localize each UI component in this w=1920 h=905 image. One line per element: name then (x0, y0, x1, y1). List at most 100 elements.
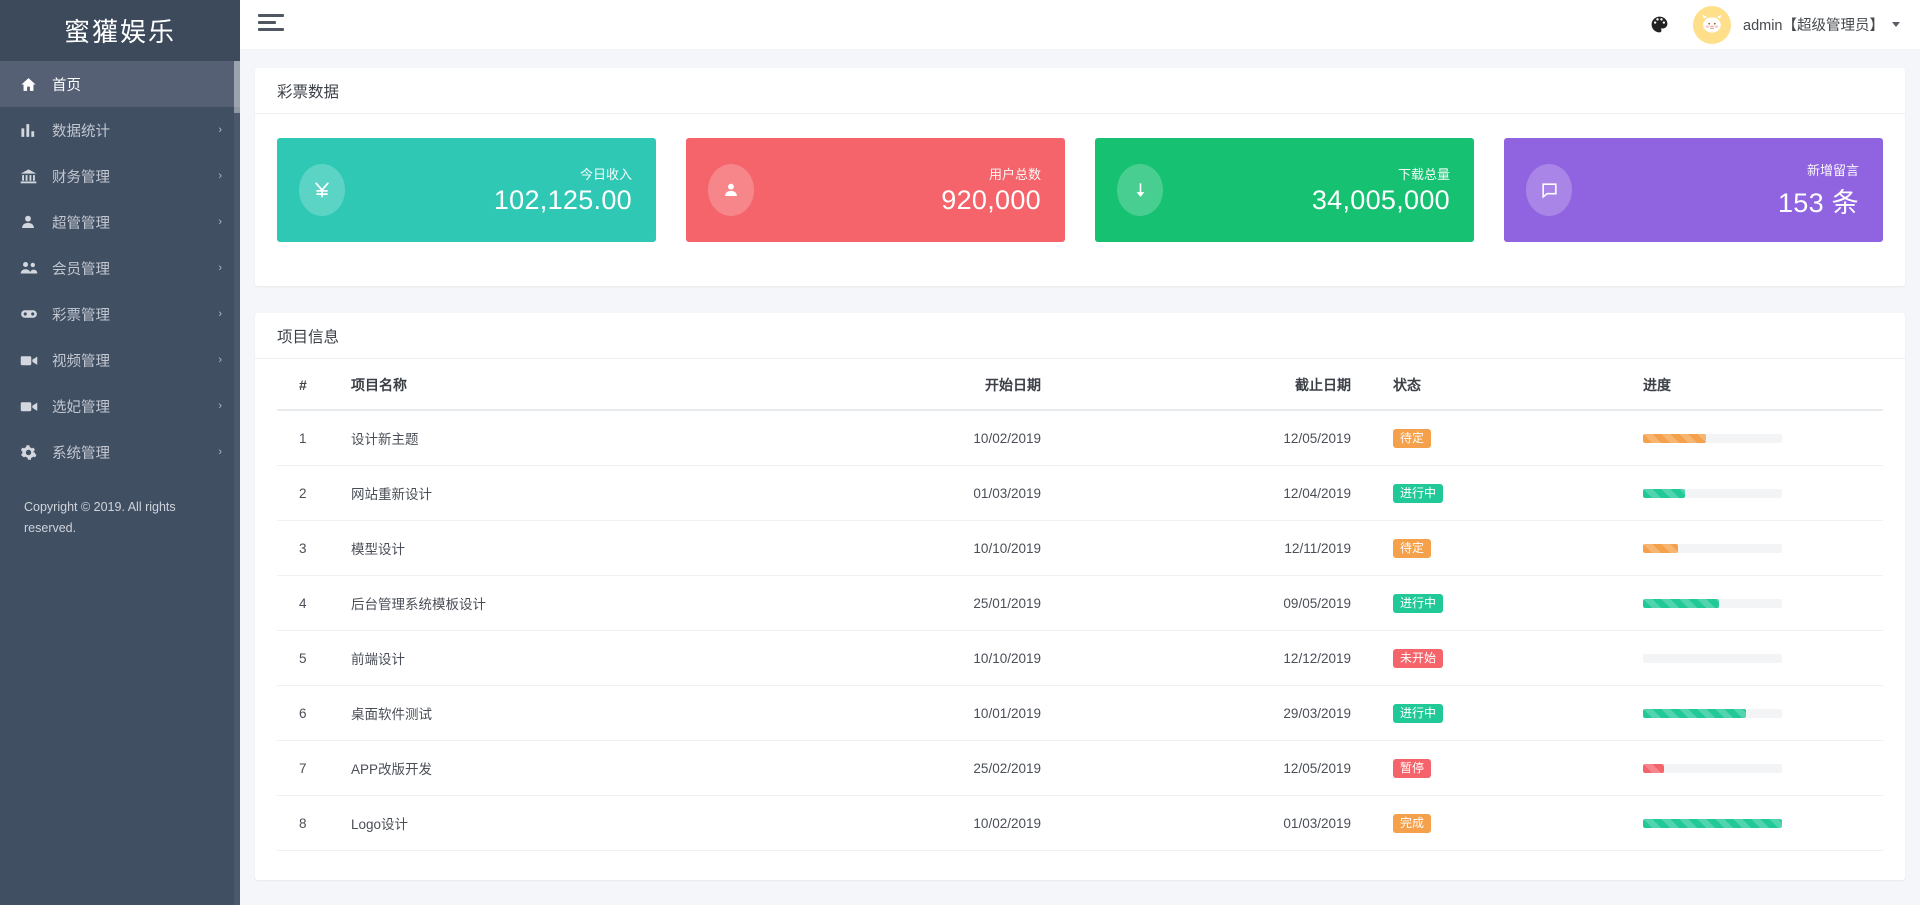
sidebar-item-7[interactable]: 视频管理 › (0, 337, 240, 383)
sidebar-item-8[interactable]: 选妃管理 › (0, 383, 240, 429)
cell-project-name: 前端设计 (351, 630, 791, 686)
panel-title: 彩票数据 (277, 83, 340, 101)
stat-label: 新增留言 (1806, 163, 1859, 178)
cell-start-date: 25/01/2019 (791, 575, 1041, 631)
video-icon (20, 352, 46, 368)
table-row[interactable]: 4 后台管理系统模板设计 25/01/2019 09/05/2019 进行中 (277, 575, 1883, 631)
brand-logo[interactable]: 蜜獾娱乐 (0, 0, 240, 61)
cell-start-date: 10/01/2019 (791, 685, 1041, 741)
gamepad-icon (20, 305, 46, 323)
sidebar-item-5[interactable]: 会员管理 › (0, 245, 240, 291)
cell-progress (1601, 410, 1883, 466)
stat-card-3[interactable]: 下载总量 34,005,000 (1095, 138, 1474, 242)
avatar[interactable] (1693, 5, 1731, 44)
table-row[interactable]: 1 设计新主题 10/02/2019 12/05/2019 待定 (277, 410, 1883, 466)
cell-end-date: 12/05/2019 (1041, 410, 1351, 466)
sidebar-item-2[interactable]: 数据统计 › (0, 107, 240, 153)
hamburger-bar (258, 21, 276, 24)
table-head: # 项目名称 开始日期 截止日期 状态 进度 (277, 359, 1883, 411)
cell-end-date: 12/04/2019 (1041, 465, 1351, 521)
col-header-6: 进度 (1601, 359, 1883, 411)
table-row[interactable]: 5 前端设计 10/10/2019 12/12/2019 未开始 (277, 630, 1883, 686)
stat-text: 用户总数 920,000 (941, 164, 1065, 216)
progress-bar-fill (1643, 818, 1782, 828)
chevron-right-icon: › (218, 261, 222, 274)
sidebar-item-1[interactable]: 首页 (0, 61, 240, 107)
stat-card-4[interactable]: 新增留言 153 条 (1504, 138, 1883, 242)
stat-text: 新增留言 153 条 (1778, 160, 1883, 220)
sidebar-item-label: 彩票管理 (52, 307, 110, 324)
cell-status: 进行中 (1351, 575, 1601, 631)
sidebar-item-6[interactable]: 彩票管理 › (0, 291, 240, 337)
main-content: 彩票数据 今日收入 102,125.00 用户总数 920,000 下载总量 34,005… (240, 50, 1920, 905)
panel-header: 项目信息 (255, 313, 1905, 359)
cell-end-date: 01/03/2019 (1041, 795, 1351, 851)
sidebar-item-9[interactable]: 系统管理 › (0, 429, 240, 475)
stat-label: 用户总数 (988, 167, 1041, 182)
progress-bar-fill (1643, 763, 1664, 773)
hamburger-icon[interactable] (258, 14, 284, 35)
chevron-right-icon: › (218, 399, 222, 412)
table-row[interactable]: 7 APP改版开发 25/02/2019 12/05/2019 暂停 (277, 740, 1883, 796)
stat-label: 下载总量 (1397, 167, 1450, 182)
sidebar-copyright: Copyright © 2019. All rights reserved. (24, 500, 176, 535)
cell-index: 8 (277, 795, 351, 851)
video-icon (20, 398, 46, 414)
sidebar-item-4[interactable]: 超管管理 › (0, 199, 240, 245)
stat-cards-row: 今日收入 102,125.00 用户总数 920,000 下载总量 34,005,000 新… (255, 114, 1905, 242)
hamburger-bar (258, 14, 284, 17)
cell-progress (1601, 575, 1883, 631)
cell-progress (1601, 795, 1883, 851)
table-row[interactable]: 6 桌面软件测试 10/01/2019 29/03/2019 进行中 (277, 685, 1883, 741)
cell-project-name: 网站重新设计 (351, 465, 791, 521)
status-badge: 进行中 (1393, 703, 1444, 723)
project-table: # 项目名称 开始日期 截止日期 状态 进度 1 设计新主题 10/02/2019 12/05/… (277, 359, 1883, 851)
table-row[interactable]: 8 Logo设计 10/02/2019 01/03/2019 完成 (277, 795, 1883, 851)
cell-project-name: APP改版开发 (351, 740, 791, 796)
progress-bar-fill (1643, 488, 1685, 498)
cell-progress (1601, 465, 1883, 521)
palette-icon[interactable] (1650, 15, 1669, 34)
brand-title: 蜜獾娱乐 (63, 17, 176, 47)
header-right-group: admin【超级管理员】 (1650, 5, 1920, 44)
stat-card-2[interactable]: 用户总数 920,000 (686, 138, 1065, 242)
progress-bar-fill (1643, 543, 1678, 553)
cell-index: 4 (277, 575, 351, 631)
chevron-right-icon: › (218, 215, 222, 228)
bank-icon (20, 168, 46, 185)
table-row[interactable]: 2 网站重新设计 01/03/2019 12/04/2019 进行中 (277, 465, 1883, 521)
chevron-down-icon[interactable] (1892, 22, 1900, 27)
progress-bar-track (1643, 543, 1782, 553)
cell-status: 未开始 (1351, 630, 1601, 686)
sidebar-item-3[interactable]: 财务管理 › (0, 153, 240, 199)
table-row[interactable]: 3 模型设计 10/10/2019 12/11/2019 待定 (277, 520, 1883, 576)
col-header-2: 项目名称 (351, 359, 791, 411)
stat-value: 34,005,000 (1311, 185, 1450, 215)
cell-end-date: 29/03/2019 (1041, 685, 1351, 741)
sidebar-item-label: 会员管理 (52, 261, 110, 278)
cell-project-name: 后台管理系统模板设计 (351, 575, 791, 631)
user-name-label: admin【超级管理员】 (1743, 18, 1884, 34)
sidebar-item-label: 系统管理 (52, 445, 110, 462)
chevron-right-icon: › (218, 353, 222, 366)
cell-end-date: 12/12/2019 (1041, 630, 1351, 686)
cell-start-date: 10/10/2019 (791, 630, 1041, 686)
cell-index: 6 (277, 685, 351, 741)
sidebar-item-label: 数据统计 (52, 123, 110, 140)
stat-text: 下载总量 34,005,000 (1312, 164, 1474, 216)
cell-project-name: Logo设计 (351, 795, 791, 851)
chevron-right-icon: › (218, 123, 222, 136)
status-badge: 待定 (1393, 538, 1432, 558)
sidebar-item-label: 超管管理 (52, 215, 110, 232)
cell-progress (1601, 630, 1883, 686)
stat-value: 102,125.00 (493, 185, 632, 215)
progress-bar-fill (1643, 598, 1720, 608)
cell-end-date: 09/05/2019 (1041, 575, 1351, 631)
panel-title: 项目信息 (277, 328, 340, 346)
col-header-1: # (277, 359, 351, 411)
stat-card-1[interactable]: 今日收入 102,125.00 (277, 138, 656, 242)
cell-status: 进行中 (1351, 685, 1601, 741)
cell-start-date: 10/02/2019 (791, 795, 1041, 851)
cell-index: 7 (277, 740, 351, 796)
home-icon (20, 76, 46, 93)
